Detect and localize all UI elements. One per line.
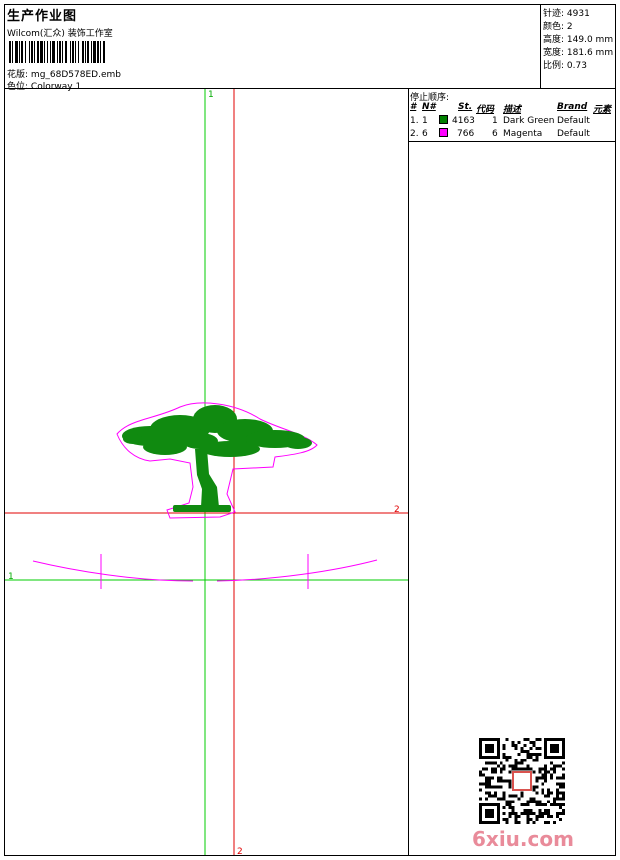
page-title: 生产作业图	[7, 9, 78, 24]
stat-stitches: 针迹: 4931	[543, 9, 590, 19]
col-n: N#	[422, 102, 436, 112]
watermark-logo: 6xiu.com	[472, 827, 574, 851]
header-info: 生产作业图 Wilcom(汇众) 装饰工作室 花版: mg_68D578ED.e…	[5, 5, 540, 92]
guide-label-v-green: 1	[208, 90, 214, 100]
col-code: 代码	[476, 105, 495, 115]
col-num: #	[410, 102, 417, 112]
design-canvas: 1 2 1 2	[5, 89, 409, 855]
qr-code	[479, 738, 565, 824]
col-brand: Brand	[557, 102, 588, 112]
guide-label-h-red: 2	[394, 505, 400, 515]
stat-scale: 比例: 0.73	[543, 61, 587, 71]
guide-label-h-green: 1	[8, 572, 14, 582]
divider	[409, 141, 615, 142]
col-element: 元素	[593, 105, 612, 115]
stat-height: 高度: 149.0 mm	[543, 35, 614, 45]
design-preview: 1 2 1 2	[5, 89, 408, 855]
barcode	[9, 41, 105, 63]
stat-width: 宽度: 181.6 mm	[543, 48, 614, 58]
color-swatch	[439, 128, 448, 137]
design-stats: 针迹: 4931 颜色: 2 高度: 149.0 mm 宽度: 181.6 mm…	[540, 5, 616, 89]
color-swatch	[439, 115, 448, 124]
software-subtitle: Wilcom(汇众) 装饰工作室	[7, 29, 113, 39]
tree-trunk	[195, 449, 219, 507]
tree-canopy	[122, 405, 312, 457]
guide-label-v-red: 2	[237, 847, 243, 855]
tree-base	[173, 505, 231, 512]
col-st: St.	[458, 102, 473, 112]
col-desc: 描述	[503, 105, 522, 115]
stat-colors: 颜色: 2	[543, 22, 573, 32]
